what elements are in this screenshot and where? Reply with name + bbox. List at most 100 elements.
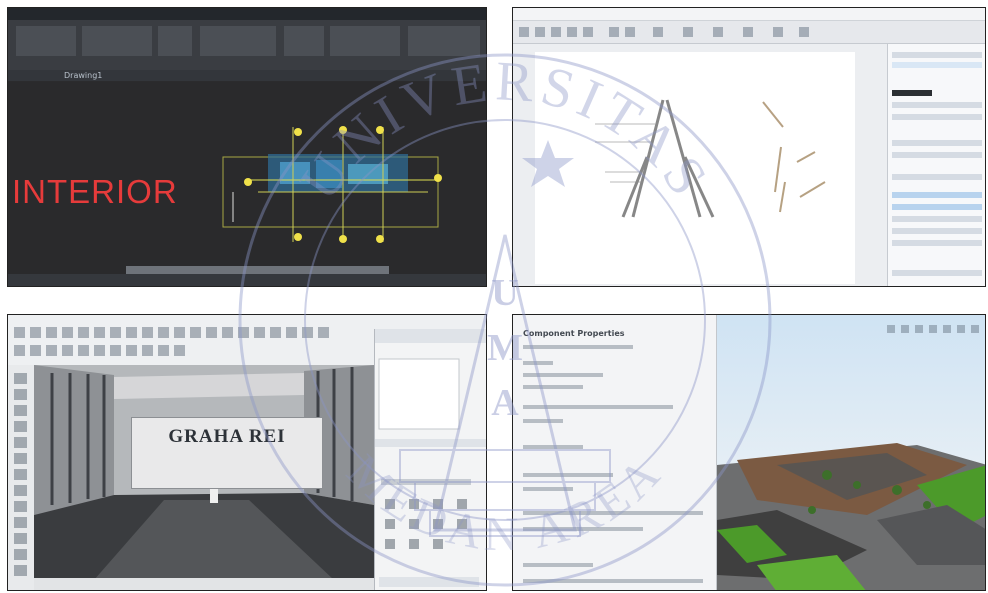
property-line[interactable] xyxy=(523,473,613,477)
group-tool-icon[interactable] xyxy=(625,27,635,37)
section-icon[interactable] xyxy=(302,327,313,338)
ribbon-annotation-group[interactable] xyxy=(158,26,192,56)
ribbon-block-group[interactable] xyxy=(284,26,324,56)
monochrome-icon[interactable] xyxy=(110,345,121,356)
component-properties-panel: Component Properties xyxy=(513,315,717,590)
align-tool-icon[interactable] xyxy=(609,27,619,37)
tool-icon[interactable] xyxy=(14,453,27,464)
styles-icon[interactable] xyxy=(30,345,41,356)
node-tool-icon[interactable] xyxy=(683,27,693,37)
landscape-viewer-window: Component Properties xyxy=(512,314,986,591)
tool-icon[interactable] xyxy=(14,421,27,432)
shadow-icon[interactable] xyxy=(318,327,329,338)
sidebar-row[interactable] xyxy=(892,102,982,108)
ribbon-layers-group[interactable] xyxy=(200,26,276,56)
sidebar-row[interactable] xyxy=(892,52,982,58)
cad-window: Drawing1 INTERIOR xyxy=(7,7,487,287)
scale-icon[interactable] xyxy=(142,327,153,338)
ribbon-properties-group[interactable] xyxy=(330,26,400,56)
eraser-icon[interactable] xyxy=(30,327,41,338)
xray-icon[interactable] xyxy=(46,345,57,356)
ribbon-modify-group[interactable] xyxy=(82,26,152,56)
wireframe-icon[interactable] xyxy=(62,345,73,356)
sidebar-row[interactable] xyxy=(892,114,982,120)
sidebar-row[interactable] xyxy=(892,62,982,68)
rectangle-icon[interactable] xyxy=(78,327,89,338)
tool-icon[interactable] xyxy=(14,517,27,528)
tool-icon[interactable] xyxy=(14,405,27,416)
tool-icon[interactable] xyxy=(14,437,27,448)
fill-tool-icon[interactable] xyxy=(713,27,723,37)
tool-icon[interactable] xyxy=(14,565,27,576)
property-line[interactable] xyxy=(523,511,703,515)
property-line[interactable] xyxy=(523,405,673,409)
3d-landscape-view[interactable] xyxy=(717,315,985,590)
property-line xyxy=(523,419,563,423)
export-tool-icon[interactable] xyxy=(773,27,783,37)
orbit-icon[interactable] xyxy=(206,327,217,338)
tool-icon[interactable] xyxy=(14,485,27,496)
tool-icon[interactable] xyxy=(14,373,27,384)
textured-icon[interactable] xyxy=(94,345,105,356)
3d-viewport[interactable]: GRAHA REI xyxy=(34,365,374,580)
command-line[interactable] xyxy=(126,266,389,274)
sidebar-row[interactable] xyxy=(892,270,982,276)
sidebar-row[interactable] xyxy=(892,174,982,180)
diagram-editor-window xyxy=(512,7,986,287)
pen-tool-icon[interactable] xyxy=(535,27,545,37)
sidebar-row[interactable] xyxy=(892,216,982,222)
zoom-icon[interactable] xyxy=(238,327,249,338)
line-icon[interactable] xyxy=(46,327,57,338)
modeller-window: GRAHA REI xyxy=(7,314,487,591)
property-line[interactable] xyxy=(523,373,603,377)
sidebar-row-selected[interactable] xyxy=(892,204,982,210)
editor-toolbar xyxy=(513,21,985,44)
settings-icon[interactable] xyxy=(799,27,809,37)
sidebar-row[interactable] xyxy=(892,140,982,146)
rotate-icon[interactable] xyxy=(126,327,137,338)
graha-rei-sign: GRAHA REI xyxy=(131,417,323,489)
side-view-icon[interactable] xyxy=(174,345,185,356)
select-tool-icon[interactable] xyxy=(519,27,529,37)
top-view-icon[interactable] xyxy=(126,345,137,356)
pan-icon[interactable] xyxy=(222,327,233,338)
ribbon-utilities-group[interactable] xyxy=(408,26,480,56)
push-pull-icon[interactable] xyxy=(94,327,105,338)
front-view-icon[interactable] xyxy=(142,345,153,356)
paint-icon[interactable] xyxy=(190,327,201,338)
property-line xyxy=(523,385,583,389)
tool-icon[interactable] xyxy=(14,469,27,480)
ribbon-draw-group[interactable] xyxy=(16,26,76,56)
zoom-tool-icon[interactable] xyxy=(583,27,593,37)
property-line[interactable] xyxy=(523,579,703,583)
sidebar-row[interactable] xyxy=(892,240,982,246)
tool-icon[interactable] xyxy=(14,389,27,400)
select-icon[interactable] xyxy=(14,327,25,338)
sidebar-row[interactable] xyxy=(892,228,982,234)
shaded-icon[interactable] xyxy=(78,345,89,356)
tape-icon[interactable] xyxy=(174,327,185,338)
color-swatch[interactable] xyxy=(892,90,932,96)
views-icon[interactable] xyxy=(14,345,25,356)
sidebar-row[interactable] xyxy=(892,152,982,158)
walk-icon[interactable] xyxy=(286,327,297,338)
file-tab[interactable]: Drawing1 xyxy=(64,71,102,80)
arc-icon[interactable] xyxy=(62,327,73,338)
tool-icon[interactable] xyxy=(14,549,27,560)
text-tool-icon[interactable] xyxy=(567,27,577,37)
offset-icon[interactable] xyxy=(158,327,169,338)
structure-diagram xyxy=(595,99,826,218)
arrow-tool-icon[interactable] xyxy=(653,27,663,37)
property-line xyxy=(523,563,593,567)
camera-icon[interactable] xyxy=(270,327,281,338)
tool-icon[interactable] xyxy=(14,533,27,544)
shape-tool-icon[interactable] xyxy=(551,27,561,37)
move-icon[interactable] xyxy=(110,327,121,338)
tool-icon[interactable] xyxy=(14,501,27,512)
default-tray xyxy=(374,329,486,590)
layer-tool-icon[interactable] xyxy=(743,27,753,37)
iso-view-icon[interactable] xyxy=(158,345,169,356)
sidebar-row-selected[interactable] xyxy=(892,192,982,198)
drawing-page[interactable] xyxy=(535,52,855,284)
zoom-extents-icon[interactable] xyxy=(254,327,265,338)
